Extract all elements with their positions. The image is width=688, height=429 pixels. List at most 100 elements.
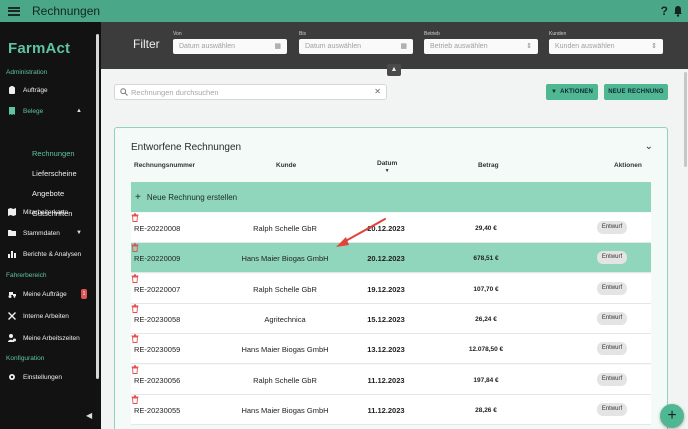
card-title: Entworfene Rechnungen <box>131 142 242 153</box>
trash-icon[interactable] <box>131 395 139 404</box>
sidebar-item-label: Einstellungen <box>23 373 63 381</box>
table-row[interactable]: RE-20230059 Hans Maier Biogas GmbH 13.12.2… <box>131 334 651 365</box>
neue-rechnung-button[interactable]: NEUE RECHNUNG <box>604 84 668 100</box>
sidebar-scrollbar[interactable] <box>96 34 99 379</box>
trash-icon[interactable] <box>131 304 139 313</box>
help-icon[interactable]: ? <box>661 4 668 18</box>
page-scrollbar[interactable] <box>684 72 687 167</box>
search-placeholder: Rechnungen durchsuchen <box>131 88 219 97</box>
filter-betrieb-select[interactable]: Betrieb auswählen ⇕ <box>424 39 538 54</box>
column-header-aktionen: Aktionen <box>614 162 642 169</box>
sidebar-item-label: Aufträge <box>23 86 48 94</box>
calendar-icon: ▦ <box>400 43 407 50</box>
status-badge: Entwurf <box>597 221 627 234</box>
sidebar-subitem-rechnungen[interactable]: Rechnungen <box>32 149 75 158</box>
user-clock-icon <box>8 334 16 342</box>
datum-label: Datum <box>377 160 398 167</box>
logo: FarmAct <box>8 40 71 57</box>
clipboard-icon <box>8 86 16 94</box>
invoice-date: 20.12.2023 <box>367 254 405 264</box>
sidebar-item-label: Stammdaten <box>23 229 60 237</box>
top-bar: Rechnungen ? <box>0 0 688 22</box>
hamburger-menu-icon[interactable] <box>8 6 20 16</box>
column-header-betrag[interactable]: Betrag <box>478 162 499 169</box>
status-badge: Entwurf <box>597 372 627 386</box>
invoice-amount: 678,51 € <box>473 255 499 263</box>
search-icon <box>120 88 128 96</box>
sidebar-item-stammdaten[interactable]: Stammdaten ▼ <box>0 226 96 240</box>
status-badge: Entwurf <box>597 311 627 325</box>
filter-von-input[interactable]: Datum auswählen ▦ <box>173 39 287 54</box>
filter-bis-input[interactable]: Datum auswählen ▦ <box>299 39 413 54</box>
table-row[interactable]: RE-20230056 Ralph Schelle GbR 11.12.2023 19… <box>131 364 651 395</box>
trash-icon[interactable] <box>131 213 139 222</box>
sidebar-item-meine-arbeitszeiten[interactable]: Meine Arbeitszeiten <box>0 331 96 345</box>
invoice-number: RE-20230056 <box>134 375 181 385</box>
invoice-amount: 197,84 € <box>473 376 499 384</box>
trash-icon[interactable] <box>131 273 139 283</box>
tools-icon <box>8 312 16 320</box>
invoice-amount: 107,70 € <box>473 285 499 293</box>
invoice-date: 15.12.2023 <box>367 314 405 324</box>
sidebar: FarmAct Administration Aufträge Belege ▲… <box>0 22 101 429</box>
sidebar-subitem-lieferscheine[interactable]: Lieferscheine <box>32 169 77 178</box>
aktionen-label: AKTIONEN <box>560 89 594 95</box>
sort-desc-icon: ▼ <box>384 168 390 174</box>
filter-bis: Bis Datum auswählen ▦ <box>299 31 413 54</box>
select-arrows-icon: ⇕ <box>651 43 657 50</box>
sidebar-item-mitarbeiterkarte[interactable]: Mitarbeiterkarte <box>0 205 96 219</box>
select-arrows-icon: ⇕ <box>526 43 532 50</box>
status-badge: Entwurf <box>597 251 627 265</box>
trash-icon[interactable] <box>131 334 139 344</box>
collapse-filter-icon[interactable]: ▲ <box>387 64 401 76</box>
filter-kunden-label: Kunden <box>549 31 567 37</box>
sidebar-item-interne-arbeiten[interactable]: Interne Arbeiten <box>0 309 96 323</box>
column-header-datum[interactable]: Datum ▼ <box>377 160 397 174</box>
invoice-date: 11.12.2023 <box>367 405 405 415</box>
sidebar-item-belege[interactable]: Belege ▲ <box>0 104 96 118</box>
trash-icon[interactable] <box>131 243 139 253</box>
column-header-kunde[interactable]: Kunde <box>276 162 296 169</box>
bell-icon[interactable] <box>673 5 683 17</box>
chevron-down-icon[interactable]: ⌄ <box>645 141 653 152</box>
sidebar-item-einstellungen[interactable]: Einstellungen <box>0 370 96 384</box>
filter-kunden-select[interactable]: Kunden auswählen ⇕ <box>549 39 663 54</box>
trash-icon[interactable] <box>131 364 139 374</box>
table-row[interactable]: RE-20230058 Agritechnica 15.12.2023 26,24 €… <box>131 303 651 334</box>
chart-icon <box>8 250 16 258</box>
add-fab-button[interactable]: + <box>660 404 684 428</box>
notification-badge: 1 <box>81 289 87 299</box>
calendar-icon: ▦ <box>274 43 281 50</box>
sidebar-item-label: Meine Aufträge <box>23 290 67 298</box>
invoice-number: RE-20230058 <box>134 314 181 324</box>
section-fahrerbereich: Fahrerbereich <box>6 272 47 279</box>
sidebar-item-label: Interne Arbeiten <box>23 312 69 320</box>
filter-panel: Filter Von Datum auswählen ▦ Bis Datum a… <box>101 22 688 69</box>
invoice-number: RE-20230055 <box>134 405 181 415</box>
column-header-nummer[interactable]: Rechnungsnummer <box>134 162 195 169</box>
filter-kunden-placeholder: Kunden auswählen <box>555 43 615 50</box>
invoice-number: RE-20220008 <box>134 224 181 233</box>
invoice-number: RE-20230059 <box>134 345 181 355</box>
sidebar-item-auftraege[interactable]: Aufträge <box>0 83 96 97</box>
clear-icon[interactable]: ✕ <box>374 87 381 96</box>
new-invoice-row[interactable]: + Neue Rechnung erstellen <box>131 182 651 212</box>
gear-icon <box>8 373 16 381</box>
status-badge: Entwurf <box>597 402 627 416</box>
section-konfiguration: Konfiguration <box>6 355 45 362</box>
filter-betrieb: Betrieb Betrieb auswählen ⇕ <box>424 31 538 54</box>
table-row[interactable]: RE-20220007 Ralph Schelle GbR 19.12.2023 10… <box>131 273 651 304</box>
search-input[interactable]: Rechnungen durchsuchen ✕ <box>114 84 387 100</box>
filter-title: Filter <box>133 37 160 51</box>
sidebar-item-berichte[interactable]: Berichte & Analysen <box>0 247 96 261</box>
invoice-date: 19.12.2023 <box>367 284 405 294</box>
map-icon <box>8 208 16 216</box>
filter-bis-placeholder: Datum auswählen <box>305 43 362 50</box>
invoice-amount: 28,26 € <box>475 406 497 414</box>
aktionen-button[interactable]: ▼ AKTIONEN <box>546 84 598 100</box>
sidebar-subitem-angebote[interactable]: Angebote <box>32 189 64 198</box>
filter-betrieb-placeholder: Betrieb auswählen <box>430 43 488 50</box>
invoice-amount: 29,40 € <box>475 225 497 232</box>
collapse-sidebar-icon[interactable]: ◀ <box>86 411 92 420</box>
table-row[interactable]: RE-20230055 Hans Maier Biogas GmbH 11.12.2… <box>131 394 651 425</box>
